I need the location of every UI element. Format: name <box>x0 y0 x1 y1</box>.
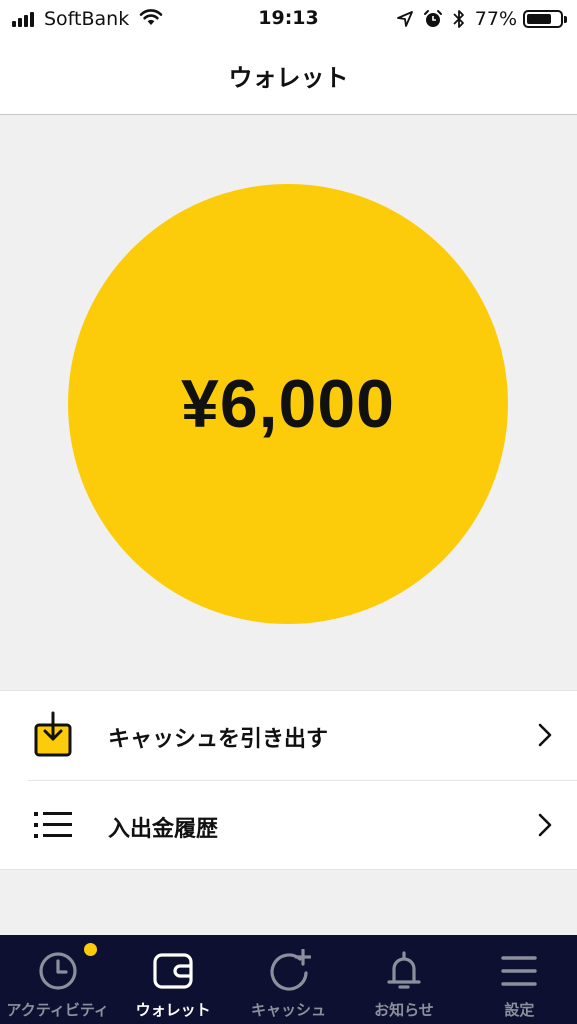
tab-notifications-label: お知らせ <box>374 1001 434 1019</box>
clock-icon <box>36 949 80 993</box>
tab-activity[interactable]: アクティビティ <box>0 935 115 1024</box>
status-bar: SoftBank 19:13 77% <box>0 0 577 38</box>
battery-tip <box>564 15 567 23</box>
balance-circle: ¥6,000 <box>68 184 508 624</box>
list-icon <box>32 801 76 849</box>
nav-header: ウォレット <box>0 38 577 115</box>
wallet-menu: キャッシュを引き出す 入出金履歴 <box>0 690 577 870</box>
cash-add-icon <box>267 948 312 993</box>
withdraw-cash-label: キャッシュを引き出す <box>108 727 329 752</box>
page-title: ウォレット <box>228 64 349 92</box>
tab-bar: アクティビティ ウォレット キャッシュ お知らせ 設定 <box>0 935 577 1024</box>
signal-icon <box>12 11 36 27</box>
menu-icon <box>497 949 541 993</box>
wallet-icon <box>151 949 195 993</box>
transaction-history-label: 入出金履歴 <box>108 817 219 842</box>
balance-area: ¥6,000 <box>0 116 577 691</box>
battery-percent: 77% <box>474 8 517 30</box>
tab-settings[interactable]: 設定 <box>462 935 577 1024</box>
chevron-right-icon <box>537 812 553 838</box>
tab-settings-label: 設定 <box>504 1001 535 1019</box>
carrier-name: SoftBank <box>44 8 130 30</box>
battery-fill <box>527 14 551 24</box>
chevron-right-icon <box>537 722 553 748</box>
notification-badge <box>84 943 97 956</box>
tab-wallet[interactable]: ウォレット <box>115 935 230 1024</box>
alarm-icon <box>423 9 443 29</box>
tab-notifications[interactable]: お知らせ <box>346 935 461 1024</box>
bluetooth-icon <box>453 9 465 29</box>
transaction-history-row[interactable]: 入出金履歴 <box>0 781 577 870</box>
location-arrow-icon <box>396 11 413 27</box>
status-left: SoftBank <box>12 7 163 31</box>
withdraw-icon <box>32 711 76 759</box>
wifi-icon <box>139 8 163 30</box>
tab-cash-label: キャッシュ <box>251 1001 327 1019</box>
status-right: 77% <box>387 7 567 31</box>
battery-icon <box>523 10 563 28</box>
balance-amount: ¥6,000 <box>181 366 395 442</box>
withdraw-cash-row[interactable]: キャッシュを引き出す <box>0 691 577 780</box>
tab-cash[interactable]: キャッシュ <box>231 935 346 1024</box>
bell-icon <box>382 949 426 993</box>
tab-wallet-label: ウォレット <box>135 1001 211 1019</box>
tab-activity-label: アクティビティ <box>6 1001 109 1019</box>
